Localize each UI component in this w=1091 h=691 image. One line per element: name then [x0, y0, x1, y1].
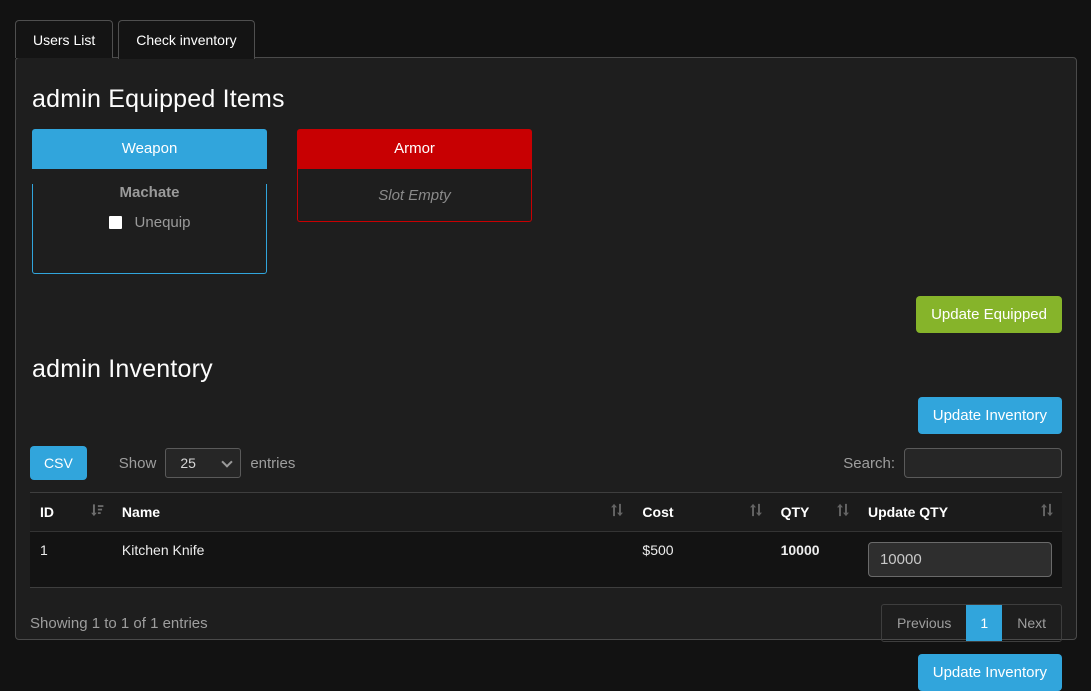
- armor-slot-body: Slot Empty: [297, 169, 532, 222]
- tab-bar: Users List Check inventory: [15, 20, 255, 59]
- cell-cost: $500: [632, 532, 770, 588]
- table-footer-row: Showing 1 to 1 of 1 entries Previous 1 N…: [30, 604, 1062, 642]
- check-inventory-panel: admin Equipped Items Weapon Machate Uneq…: [15, 57, 1077, 640]
- table-info-text: Showing 1 to 1 of 1 entries: [30, 615, 208, 632]
- sort-both-icon: [749, 503, 763, 517]
- search-label: Search:: [843, 455, 895, 472]
- update-equipped-button[interactable]: Update Equipped: [916, 296, 1062, 333]
- pagination-page-1-button[interactable]: 1: [966, 605, 1002, 641]
- inventory-table: ID Name Cost: [30, 492, 1062, 588]
- table-controls-row: CSV Show 25 entries Search:: [30, 446, 1062, 480]
- equipped-slots: Weapon Machate Unequip Armor Slot Empty: [32, 129, 1062, 274]
- armor-slot-header: Armor: [297, 129, 532, 169]
- sort-both-icon: [836, 503, 850, 517]
- entries-label: entries: [250, 455, 295, 472]
- tab-users-list[interactable]: Users List: [15, 20, 113, 58]
- sort-amount-asc-icon: [90, 503, 104, 517]
- sort-both-icon: [610, 503, 624, 517]
- table-row: 1 Kitchen Knife $500 10000: [30, 532, 1062, 588]
- pagination-next-button[interactable]: Next: [1002, 605, 1061, 641]
- update-inventory-button-bottom[interactable]: Update Inventory: [918, 654, 1062, 691]
- weapon-slot-card: Weapon Machate Unequip: [32, 129, 267, 274]
- sort-both-icon: [1040, 503, 1054, 517]
- column-header-cost[interactable]: Cost: [632, 493, 770, 532]
- tab-check-inventory[interactable]: Check inventory: [118, 20, 254, 59]
- pagination: Previous 1 Next: [881, 604, 1062, 642]
- cell-id: 1: [30, 532, 112, 588]
- update-qty-input[interactable]: [868, 542, 1052, 577]
- unequip-checkbox[interactable]: [109, 216, 122, 229]
- update-inventory-button-top[interactable]: Update Inventory: [918, 397, 1062, 434]
- weapon-slot-body: Machate Unequip: [32, 184, 267, 274]
- armor-slot-empty-text: Slot Empty: [378, 187, 451, 204]
- pagination-previous-button[interactable]: Previous: [882, 605, 966, 641]
- search-group: Search:: [843, 448, 1062, 478]
- column-header-name[interactable]: Name: [112, 493, 633, 532]
- weapon-slot-header: Weapon: [32, 129, 267, 169]
- page-length-select[interactable]: 25: [166, 449, 240, 477]
- table-header-row: ID Name Cost: [30, 493, 1062, 532]
- cell-qty: 10000: [771, 532, 858, 588]
- unequip-label: Unequip: [135, 214, 191, 231]
- column-header-update-qty[interactable]: Update QTY: [858, 493, 1062, 532]
- equipped-weapon-name: Machate: [33, 184, 266, 201]
- show-label: Show: [119, 455, 157, 472]
- armor-slot-card: Armor Slot Empty: [297, 129, 532, 222]
- cell-name: Kitchen Knife: [112, 532, 633, 588]
- equipped-items-title: admin Equipped Items: [32, 85, 1062, 114]
- cell-update-qty: [858, 532, 1062, 588]
- page-length-group: Show 25 entries: [119, 448, 296, 478]
- unequip-row: Unequip: [33, 214, 266, 231]
- page-length-select-wrap: 25: [165, 448, 241, 478]
- inventory-title: admin Inventory: [32, 355, 1062, 384]
- search-input[interactable]: [904, 448, 1062, 478]
- csv-export-button[interactable]: CSV: [30, 446, 87, 480]
- column-header-qty[interactable]: QTY: [771, 493, 858, 532]
- column-header-id[interactable]: ID: [30, 493, 112, 532]
